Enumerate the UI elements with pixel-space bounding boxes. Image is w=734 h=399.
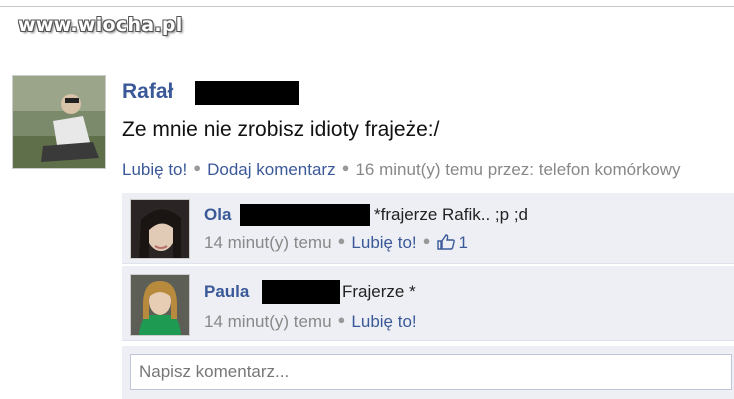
comment-like-link[interactable]: Lubię to! [351,233,416,252]
comment-author-name[interactable]: Paula [204,282,249,302]
redacted-surname [195,81,299,105]
comment-meta: 14 minut(y) temu ● Lubię to! ● 1 [204,233,468,253]
top-border [0,0,734,7]
comment-item: Ola *frajerze Rafik.. ;p ;d 14 minut(y) … [122,193,734,264]
separator-dot: ● [337,312,346,327]
separator-dot: ● [422,233,431,248]
comment-input[interactable] [130,354,732,390]
comment-author-photo [131,200,189,258]
comment-text: Frajerze * [342,282,416,301]
thumbs-up-icon [436,234,455,250]
post-author-photo [13,76,105,168]
comment-like-link[interactable]: Lubię to! [351,312,416,331]
post-meta: Lubię to! ● Dodaj komentarz ● 16 minut(y) te… [122,160,680,180]
separator-dot: ● [341,160,350,175]
post-text: Ze mnie nie zrobisz idioty frajeże:/ [122,118,440,141]
watermark: www.wiocha.pl [18,14,183,36]
post-author-name[interactable]: Rafał [122,80,173,104]
comment-author-photo [131,275,189,335]
comment-meta: 14 minut(y) temu ● Lubię to! [204,312,417,332]
like-count-value: 1 [458,233,468,252]
post-author-avatar[interactable] [12,75,106,169]
comment-item: Paula Frajerze * 14 minut(y) temu ● Lubię … [122,266,734,341]
separator-dot: ● [337,233,346,248]
like-count[interactable]: 1 [436,233,468,252]
comment-text: *frajerze Rafik.. ;p ;d [374,205,529,224]
comment-author-avatar[interactable] [130,274,190,336]
post-timestamp: 16 minut(y) temu przez: telefon komórkow… [355,160,681,179]
comment-author-name[interactable]: Ola [204,205,231,225]
post-like-link[interactable]: Lubię to! [122,160,187,179]
redacted-surname [240,204,370,226]
comment-input-area [122,346,734,399]
comment-timestamp: 14 minut(y) temu [204,233,332,252]
comment-timestamp: 14 minut(y) temu [204,312,332,331]
redacted-surname [262,280,340,304]
comment-author-avatar[interactable] [130,199,190,259]
separator-dot: ● [193,160,202,175]
add-comment-link[interactable]: Dodaj komentarz [207,160,336,179]
